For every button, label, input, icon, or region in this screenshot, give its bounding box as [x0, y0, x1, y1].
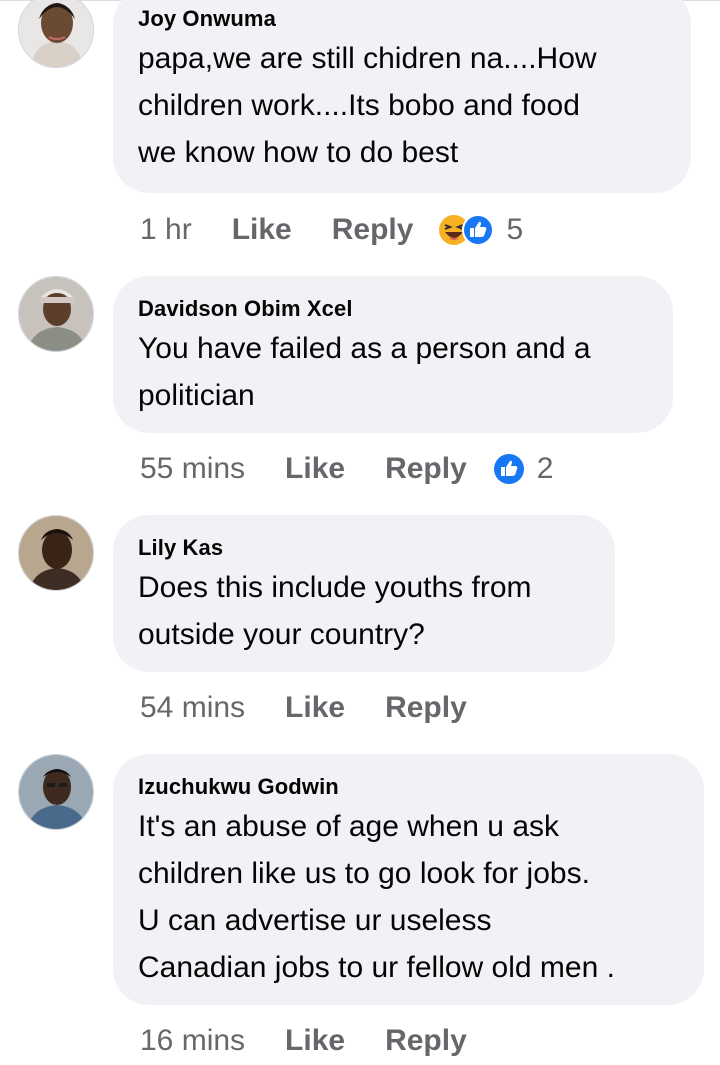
reply-button[interactable]: Reply: [385, 691, 467, 725]
comment-line: papa,we are still chidren na....How: [138, 42, 597, 75]
reaction-icons: [438, 214, 495, 246]
comment-timestamp[interactable]: 1 hr: [140, 213, 192, 247]
comment-author[interactable]: Lily Kas: [138, 537, 591, 561]
comment-line: Does this include youths from: [138, 571, 532, 604]
comment-timestamp[interactable]: 54 mins: [140, 691, 245, 725]
comment-timestamp[interactable]: 16 mins: [140, 1024, 245, 1058]
reply-button[interactable]: Reply: [332, 213, 414, 247]
like-icon: [462, 214, 495, 246]
avatar[interactable]: [18, 0, 94, 68]
like-icon: [493, 454, 524, 484]
avatar[interactable]: [18, 276, 94, 352]
comment-author[interactable]: Izuchukwu Godwin: [138, 776, 680, 800]
comment-meta: 55 mins Like Reply 2: [140, 449, 553, 489]
like-button[interactable]: Like: [285, 691, 345, 725]
like-button[interactable]: Like: [285, 1024, 345, 1058]
comment-text: It's an abuse of age when u ask children…: [138, 803, 680, 991]
comment-meta: 54 mins Like Reply: [140, 688, 507, 728]
comment-author[interactable]: Joy Onwuma: [138, 8, 667, 32]
comment-line: politician: [138, 379, 255, 412]
reply-button[interactable]: Reply: [385, 1024, 467, 1058]
comment-text: papa,we are still chidren na....How chil…: [138, 35, 667, 176]
like-button[interactable]: Like: [285, 452, 345, 486]
comment-line: Canadian jobs to ur fellow old men .: [138, 951, 615, 984]
comment-bubble: Joy Onwuma papa,we are still chidren na.…: [113, 0, 691, 193]
reaction-count: 2: [536, 452, 554, 485]
comment-meta: 16 mins Like Reply: [140, 1021, 507, 1061]
reaction-summary[interactable]: 2: [493, 452, 554, 486]
comment-bubble: Lily Kas Does this include youths from o…: [113, 515, 615, 672]
avatar[interactable]: [18, 754, 94, 830]
comment-line: outside your country?: [138, 618, 425, 651]
comment-author[interactable]: Davidson Obim Xcel: [138, 298, 649, 322]
reply-button[interactable]: Reply: [385, 452, 467, 486]
comment-line: children like us to go look for jobs.: [138, 857, 590, 890]
comment-meta: 1 hr Like Reply 5: [140, 210, 523, 250]
reaction-icons: [493, 453, 525, 485]
comment-bubble: Davidson Obim Xcel You have failed as a …: [113, 276, 673, 433]
comment-text: You have failed as a person and a politi…: [138, 325, 649, 419]
like-button[interactable]: Like: [232, 213, 292, 247]
reaction-summary[interactable]: 5: [438, 213, 523, 247]
comment-line: we know how to do best: [138, 136, 459, 169]
reaction-count: 5: [506, 213, 524, 246]
avatar[interactable]: [18, 515, 94, 591]
comment-line: It's an abuse of age when u ask: [138, 810, 560, 843]
comment-bubble: Izuchukwu Godwin It's an abuse of age wh…: [113, 754, 704, 1005]
comment-line: children work....Its bobo and food: [138, 89, 580, 122]
comment-line: You have failed as a person and a: [138, 332, 591, 365]
comment-text: Does this include youths from outside yo…: [138, 564, 591, 658]
comment-line: U can advertise ur useless: [138, 904, 492, 937]
comment-timestamp[interactable]: 55 mins: [140, 452, 245, 486]
